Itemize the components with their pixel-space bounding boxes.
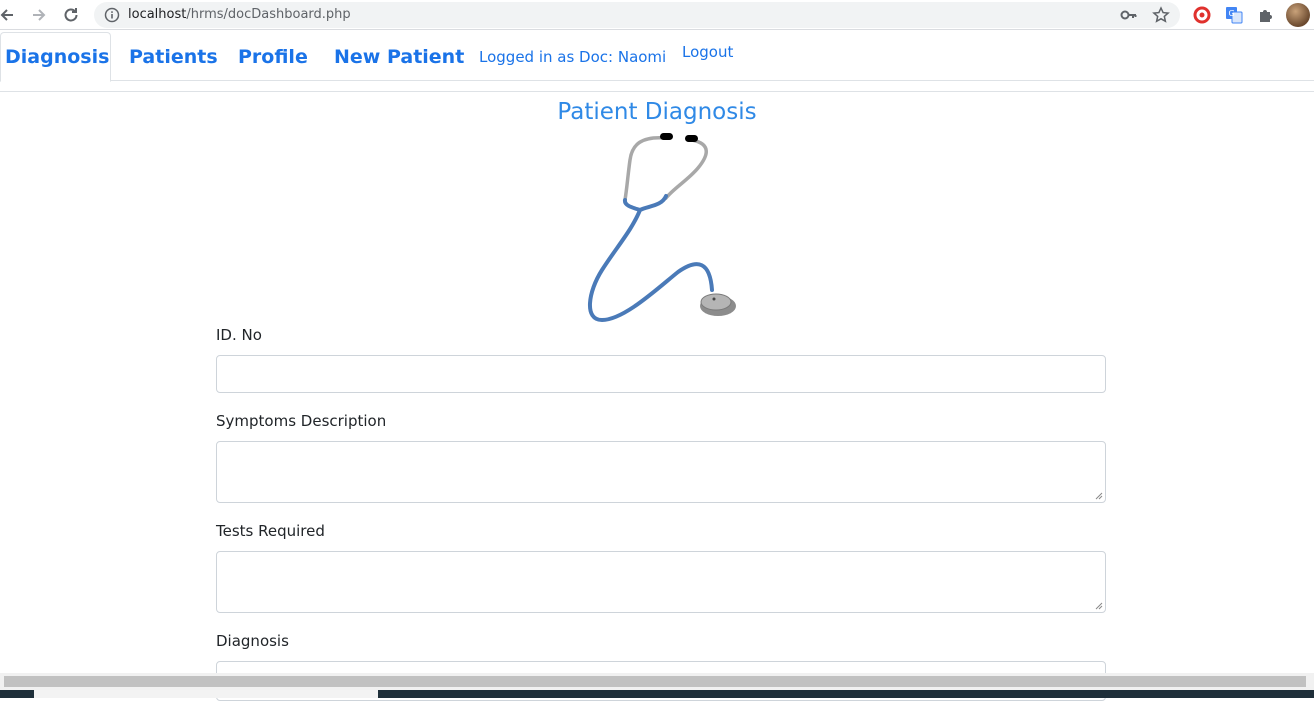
browser-toolbar: localhost/hrms/docDashboard.php G <box>0 0 1314 30</box>
forward-arrow-icon[interactable] <box>28 4 50 26</box>
symptoms-textarea[interactable] <box>216 441 1106 503</box>
star-icon[interactable] <box>1152 6 1170 28</box>
reload-icon[interactable] <box>60 4 82 26</box>
grammarly-icon[interactable] <box>1192 5 1212 25</box>
back-arrow-icon[interactable] <box>0 4 18 26</box>
avatar[interactable] <box>1286 3 1310 27</box>
url-host: localhost <box>128 7 187 22</box>
id-input[interactable] <box>216 355 1106 393</box>
diagnosis-label: Diagnosis <box>216 632 289 650</box>
url-path: /hrms/docDashboard.php <box>186 7 351 22</box>
logged-in-text: Logged in as Doc: Naomi <box>479 48 667 66</box>
taskbar-search-box[interactable] <box>34 690 378 698</box>
tab-profile[interactable]: Profile <box>238 32 308 81</box>
stethoscope-icon <box>587 133 736 323</box>
key-icon[interactable] <box>1120 7 1138 27</box>
id-label: ID. No <box>216 326 262 344</box>
address-bar[interactable]: localhost/hrms/docDashboard.php <box>94 2 1180 28</box>
tab-new-patient[interactable]: New Patient <box>334 32 464 81</box>
logout-link[interactable]: Logout <box>682 43 733 61</box>
svg-text:G: G <box>1229 9 1235 18</box>
page-title: Patient Diagnosis <box>557 99 757 125</box>
puzzle-icon[interactable] <box>1256 5 1276 25</box>
url-text: localhost/hrms/docDashboard.php <box>128 7 351 22</box>
tab-patients[interactable]: Patients <box>129 32 218 81</box>
divider <box>0 91 1314 92</box>
tests-textarea[interactable] <box>216 551 1106 613</box>
horizontal-scrollbar[interactable] <box>0 673 1314 690</box>
app-navbar: Diagnosis Patients Profile New Patient L… <box>0 32 1314 82</box>
resize-grip-icon[interactable] <box>1095 492 1103 500</box>
resize-grip-icon[interactable] <box>1095 602 1103 610</box>
symptoms-label: Symptoms Description <box>216 412 387 430</box>
tests-label: Tests Required <box>216 522 325 540</box>
translate-icon[interactable]: G <box>1224 5 1244 25</box>
scrollbar-thumb[interactable] <box>4 676 1306 687</box>
tab-diagnosis[interactable]: Diagnosis <box>0 32 111 82</box>
info-icon[interactable] <box>104 7 120 27</box>
